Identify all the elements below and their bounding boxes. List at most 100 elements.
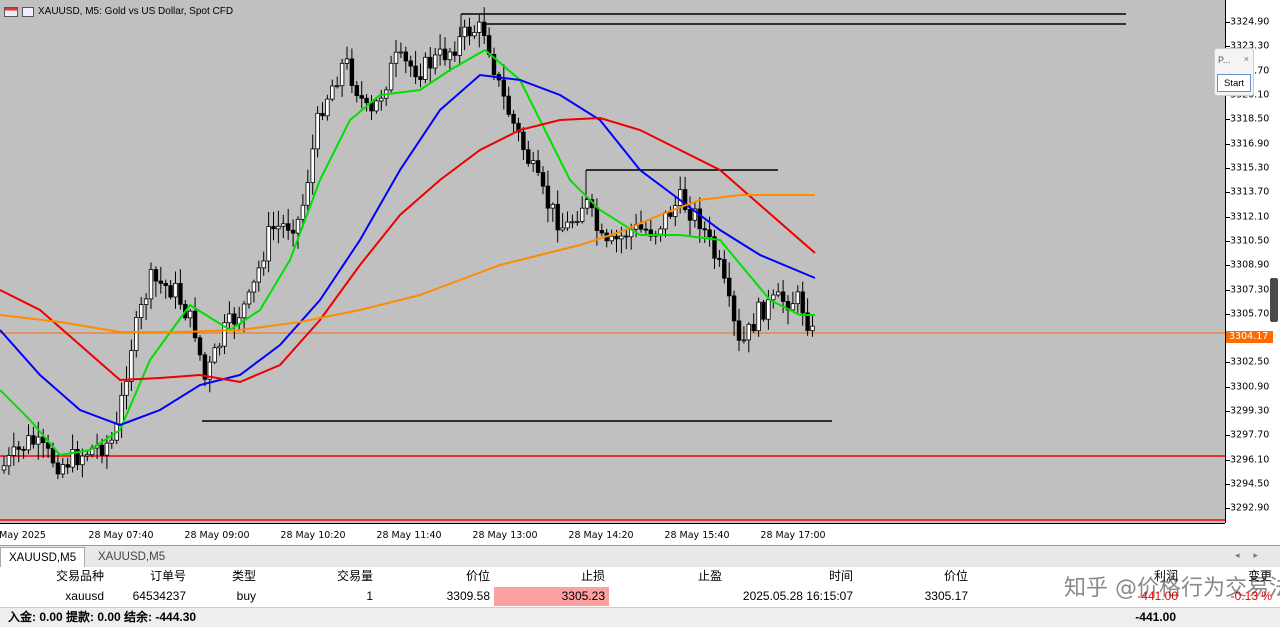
chart-window-icon[interactable] — [22, 6, 34, 17]
price-label: 3297.70 — [1230, 429, 1270, 441]
candle-body — [246, 291, 252, 305]
candle-body — [766, 299, 771, 320]
candle-body — [437, 48, 443, 56]
tab-scroll-arrows-icon[interactable]: ◂▸ — [1235, 550, 1272, 561]
candle-body — [276, 225, 281, 230]
candle-body — [256, 267, 261, 283]
candle-body — [756, 301, 761, 332]
table-row[interactable]: xauusd 64534237 buy 1 3309.58 3305.23 20… — [0, 587, 1280, 606]
tab-xauusd-m5[interactable]: XAUUSD,M5 — [90, 547, 173, 567]
price-label: 3302.50 — [1230, 356, 1270, 368]
candle-body — [374, 100, 379, 112]
candle-body — [364, 97, 369, 104]
ma-mid-line — [0, 73, 816, 427]
tab-xauusd-m5-active[interactable]: XAUUSD,M5 — [0, 547, 86, 567]
col-profit[interactable]: 利润 — [972, 567, 1182, 586]
candle-body — [187, 310, 193, 319]
candle-body — [599, 230, 604, 234]
candle-body — [138, 304, 144, 318]
start-button[interactable]: Start — [1217, 74, 1251, 92]
col-time[interactable]: 时间 — [726, 567, 857, 586]
cell-time: 2025.05.28 16:15:07 — [742, 589, 853, 603]
candle-body — [555, 203, 560, 231]
candle-body — [594, 207, 600, 231]
candle-body — [285, 223, 291, 231]
close-icon[interactable]: × — [1244, 54, 1249, 64]
candle-body — [452, 51, 457, 56]
candle-body — [11, 446, 16, 456]
candle-body — [423, 56, 428, 80]
col-ticket[interactable]: 订单号 — [108, 567, 190, 586]
cell-symbol: xauusd — [65, 589, 104, 603]
col-price[interactable]: 价位 — [857, 567, 972, 586]
cell-sl[interactable]: 3305.23 — [494, 587, 609, 606]
price-chart-plot[interactable]: XAUUSD, M5: Gold vs US Dollar, Spot CFD — [0, 0, 1225, 523]
candle-body — [349, 58, 355, 86]
cell-ticket: 64534237 — [132, 589, 186, 603]
candle-body — [192, 310, 198, 339]
cell-price: 3305.17 — [924, 589, 968, 603]
chart-window[interactable]: XAUUSD, M5: Gold vs US Dollar, Spot CFD … — [0, 0, 1280, 545]
col-change[interactable]: 变更 — [1182, 567, 1276, 586]
time-label: 28 May 14:20 — [568, 530, 634, 541]
candle-body — [36, 436, 41, 445]
candle-body — [330, 85, 335, 100]
candle-body — [21, 448, 26, 451]
candle-body — [481, 21, 487, 36]
candle-body — [344, 58, 350, 64]
candle-body — [727, 277, 732, 297]
volume-scale-handle[interactable] — [1270, 278, 1278, 322]
candle-body — [780, 291, 786, 302]
candle-body — [320, 112, 325, 117]
price-label: 3318.50 — [1230, 113, 1270, 125]
candle-body — [60, 464, 65, 475]
table-header-row: 交易品种 订单号 类型 交易量 价位 止损 止盈 时间 价位 利润 变更 — [0, 567, 1280, 586]
candle-body — [432, 54, 438, 69]
candle-body — [153, 269, 159, 282]
time-label: 28 May 10:20 — [280, 530, 346, 541]
candle-body — [408, 60, 413, 67]
time-axis[interactable]: 28 May 2025 28 May 07:40 28 May 09:00 28 Ma… — [0, 523, 1225, 545]
time-label: 28 May 17:00 — [760, 530, 826, 541]
total-profit: -441.00 — [1135, 610, 1176, 624]
col-sl[interactable]: 止损 — [494, 567, 609, 586]
candle-body — [687, 209, 693, 221]
candle-body — [790, 303, 796, 311]
candle-body — [609, 235, 614, 242]
cell-open-price: 3309.58 — [446, 589, 490, 603]
candle-body — [281, 223, 286, 227]
candle-body — [707, 229, 712, 238]
candle-body — [638, 224, 644, 230]
col-type[interactable]: 类型 — [190, 567, 260, 586]
candle-body — [173, 282, 178, 298]
candle-body — [261, 260, 266, 269]
price-label: 3292.90 — [1230, 502, 1270, 514]
price-label: 3316.90 — [1230, 138, 1270, 150]
chart-menu-icon[interactable] — [4, 6, 18, 17]
col-tp[interactable]: 止盈 — [609, 567, 726, 586]
cell-tp[interactable] — [609, 587, 726, 606]
col-open-price[interactable]: 价位 — [377, 567, 494, 586]
col-symbol[interactable]: 交易品种 — [0, 567, 108, 586]
candle-body — [134, 317, 139, 351]
candle-body — [501, 79, 506, 97]
price-label: 3324.90 — [1230, 16, 1270, 28]
candle-body — [506, 95, 511, 115]
candle-body — [457, 36, 462, 56]
candle-body — [295, 218, 301, 234]
candle-body — [741, 339, 747, 342]
candle-body — [736, 320, 742, 341]
candle-body — [315, 112, 320, 150]
cell-volume: 1 — [366, 589, 373, 603]
candle-body — [550, 203, 555, 209]
col-volume[interactable]: 交易量 — [260, 567, 377, 586]
time-label: 28 May 11:40 — [376, 530, 442, 541]
candle-body — [266, 226, 271, 262]
candle-body — [761, 301, 766, 320]
candle-body — [354, 85, 359, 96]
candle-body — [570, 221, 575, 224]
candlestick-chart[interactable] — [0, 0, 1225, 523]
candle-body — [643, 228, 649, 231]
candle-body — [462, 26, 467, 38]
candle-body — [158, 280, 163, 284]
